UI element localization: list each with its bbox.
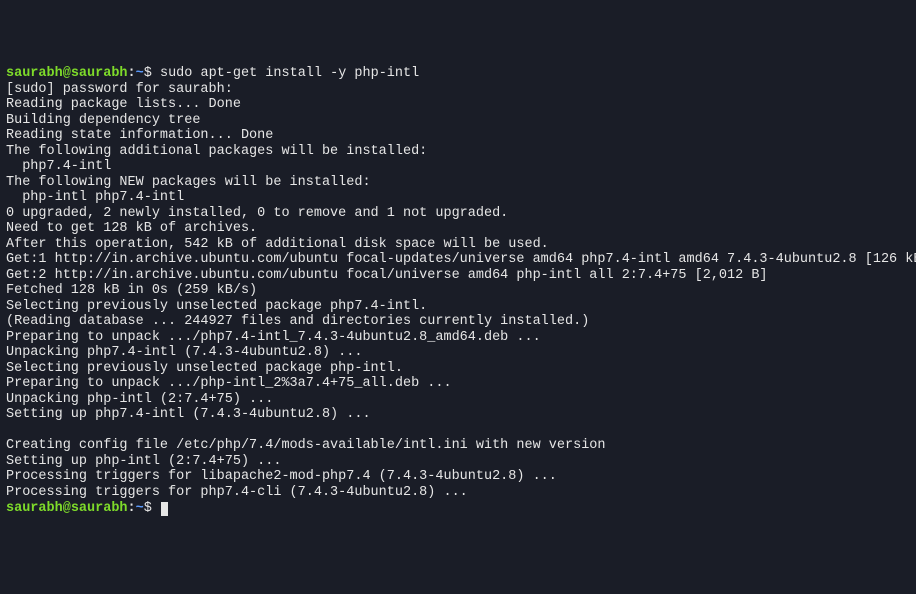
output-line: The following NEW packages will be insta… bbox=[6, 175, 371, 190]
prompt-host: saurabh bbox=[71, 66, 128, 81]
output-line: Reading package lists... Done bbox=[6, 97, 241, 112]
prompt-user: saurabh bbox=[6, 501, 63, 516]
output-line: (Reading database ... 244927 files and d… bbox=[6, 314, 589, 329]
output-line: Preparing to unpack .../php-intl_2%3a7.4… bbox=[6, 376, 452, 391]
output-line: Get:2 http://in.archive.ubuntu.com/ubunt… bbox=[6, 268, 768, 283]
output-line: Reading state information... Done bbox=[6, 128, 273, 143]
output-line: Need to get 128 kB of archives. bbox=[6, 221, 257, 236]
prompt-path: ~ bbox=[136, 501, 144, 516]
output-line: Selecting previously unselected package … bbox=[6, 299, 427, 314]
prompt-dollar: $ bbox=[144, 501, 160, 516]
prompt-path: ~ bbox=[136, 66, 144, 81]
terminal[interactable]: saurabh@saurabh:~$ sudo apt-get install … bbox=[6, 66, 910, 516]
output-line: 0 upgraded, 2 newly installed, 0 to remo… bbox=[6, 206, 508, 221]
output-line: Building dependency tree bbox=[6, 113, 200, 128]
output-line: Preparing to unpack .../php7.4-intl_7.4.… bbox=[6, 330, 541, 345]
output-line: Unpacking php7.4-intl (7.4.3-4ubuntu2.8)… bbox=[6, 345, 362, 360]
output-line: [sudo] password for saurabh: bbox=[6, 82, 233, 97]
prompt-user: saurabh bbox=[6, 66, 63, 81]
command-text: sudo apt-get install -y php-intl bbox=[160, 66, 419, 81]
output-line: Processing triggers for php7.4-cli (7.4.… bbox=[6, 485, 468, 500]
prompt-at: @ bbox=[63, 66, 71, 81]
prompt-colon: : bbox=[128, 66, 136, 81]
output-line: php7.4-intl bbox=[6, 159, 111, 174]
output-line: After this operation, 542 kB of addition… bbox=[6, 237, 549, 252]
output-line: Creating config file /etc/php/7.4/mods-a… bbox=[6, 438, 606, 453]
prompt-line-2: saurabh@saurabh:~$ bbox=[6, 501, 168, 516]
output-line: Setting up php7.4-intl (7.4.3-4ubuntu2.8… bbox=[6, 407, 371, 422]
output-line: Setting up php-intl (2:7.4+75) ... bbox=[6, 454, 281, 469]
output-line: Processing triggers for libapache2-mod-p… bbox=[6, 469, 557, 484]
prompt-at: @ bbox=[63, 501, 71, 516]
output-line: The following additional packages will b… bbox=[6, 144, 427, 159]
prompt-host: saurabh bbox=[71, 501, 128, 516]
prompt-line-1: saurabh@saurabh:~$ sudo apt-get install … bbox=[6, 66, 419, 81]
output-line: Get:1 http://in.archive.ubuntu.com/ubunt… bbox=[6, 252, 916, 267]
output-line: Fetched 128 kB in 0s (259 kB/s) bbox=[6, 283, 257, 298]
output-line: Unpacking php-intl (2:7.4+75) ... bbox=[6, 392, 273, 407]
prompt-dollar: $ bbox=[144, 66, 160, 81]
output-line: php-intl php7.4-intl bbox=[6, 190, 184, 205]
cursor bbox=[161, 502, 168, 516]
prompt-colon: : bbox=[128, 501, 136, 516]
output-line: Selecting previously unselected package … bbox=[6, 361, 403, 376]
